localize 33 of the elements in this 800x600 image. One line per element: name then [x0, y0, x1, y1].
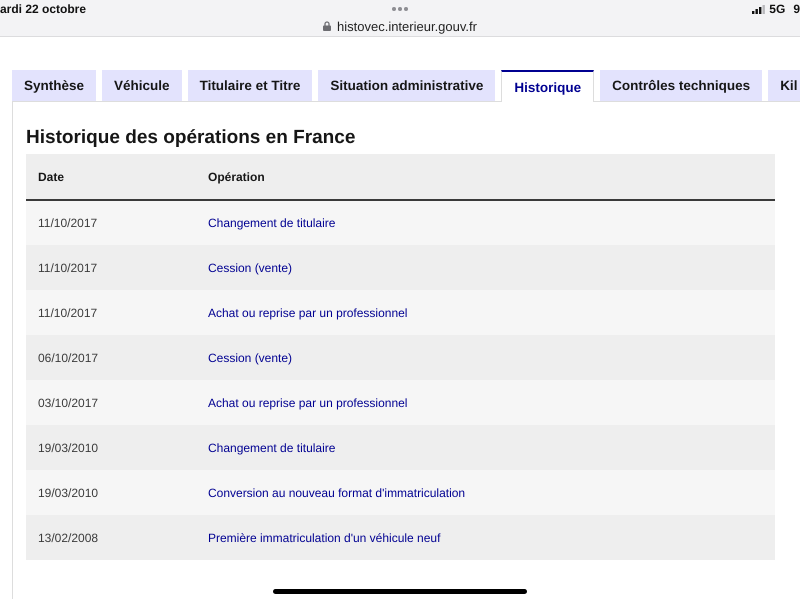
column-header: Date	[26, 154, 196, 200]
tab[interactable]: Synthèse	[12, 70, 96, 101]
date-cell: 19/03/2010	[26, 425, 196, 470]
signal-icon	[752, 4, 766, 14]
address-url[interactable]: histovec.interieur.gouv.fr	[337, 18, 477, 34]
battery-percent: 9	[793, 2, 800, 16]
tab[interactable]: Contrôles techniques	[600, 70, 762, 101]
date-cell: 13/02/2008	[26, 515, 196, 560]
date-cell: 03/10/2017	[26, 380, 196, 425]
operation-cell: Changement de titulaire	[196, 425, 775, 470]
tab[interactable]: Situation administrative	[318, 70, 496, 101]
more-dots-icon[interactable]	[392, 7, 408, 11]
operation-cell: Première immatriculation d'un véhicule neuf	[196, 515, 775, 560]
operation-cell: Achat ou reprise par un professionnel	[196, 290, 775, 335]
network-label: 5G	[769, 2, 786, 16]
section-title: Historique des opérations en France	[26, 126, 356, 150]
tab[interactable]: Historique	[501, 70, 594, 102]
date-cell: 06/10/2017	[26, 335, 196, 380]
operation-cell: Changement de titulaire	[196, 200, 775, 245]
date-cell: 11/10/2017	[26, 290, 196, 335]
lock-icon	[323, 21, 332, 31]
date-cell: 11/10/2017	[26, 200, 196, 245]
operation-cell: Conversion au nouveau format d'immatriculation	[196, 470, 775, 515]
date-cell: 11/10/2017	[26, 245, 196, 290]
status-date: ardi 22 octobre	[0, 2, 86, 16]
operation-cell: Achat ou reprise par un professionnel	[196, 380, 775, 425]
date-cell: 19/03/2010	[26, 470, 196, 515]
tab[interactable]: Véhicule	[102, 70, 182, 101]
operation-cell: Cession (vente)	[196, 335, 775, 380]
column-header: Opération	[196, 154, 775, 200]
operation-cell: Cession (vente)	[196, 245, 775, 290]
tab[interactable]: Titulaire et Titre	[188, 70, 312, 101]
tab[interactable]: Kil	[768, 70, 800, 101]
